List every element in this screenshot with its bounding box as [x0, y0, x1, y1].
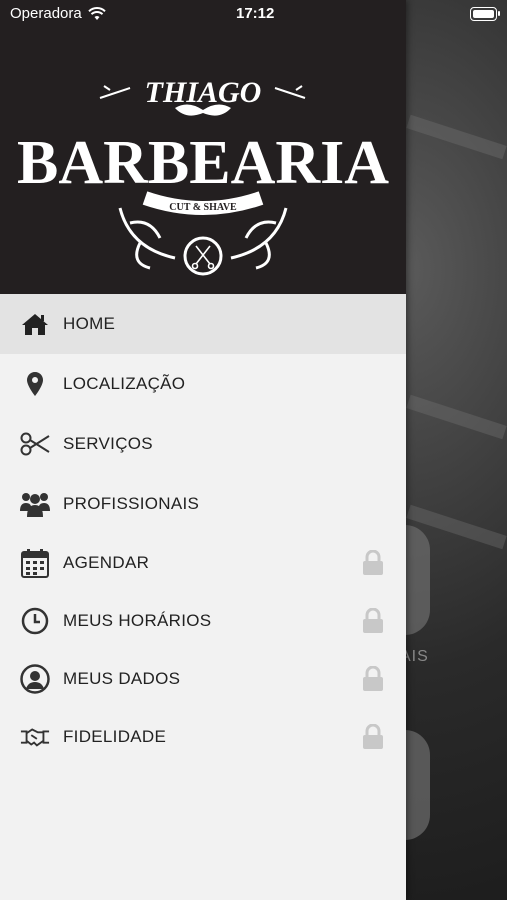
wifi-icon: [88, 6, 106, 20]
scissors-icon: [20, 429, 50, 459]
location-pin-icon: [20, 369, 50, 399]
brand-logo: THIAGO BARBEARIA CUT & SHAVE: [17, 76, 389, 276]
lock-icon: [362, 607, 384, 634]
menu-label-meus-horarios: MEUS HORÁRIOS: [63, 611, 212, 630]
menu-item-home[interactable]: HOME: [0, 294, 406, 354]
carrier: Operadora: [10, 5, 106, 22]
battery-fill: [473, 10, 494, 18]
background-stripe: [406, 394, 507, 440]
menu-item-servicos[interactable]: SERVIÇOS: [0, 414, 406, 474]
carrier-label: Operadora: [10, 5, 82, 22]
lock-icon: [362, 723, 384, 750]
brand-ribbon-text: CUT & SHAVE: [169, 202, 237, 213]
lock-icon: [362, 665, 384, 692]
drawer-menu: HOME LOCALIZAÇÃO SERVIÇOS PROFISSIONAIS …: [0, 294, 406, 766]
user-icon: [20, 664, 50, 694]
menu-label-profissionais: PROFISSIONAIS: [63, 494, 200, 513]
menu-label-agendar: AGENDAR: [63, 553, 150, 572]
brand-main-text: BARBEARIA: [17, 129, 389, 197]
menu-item-localizacao[interactable]: LOCALIZAÇÃO: [0, 354, 406, 414]
menu-item-meus-horarios[interactable]: MEUS HORÁRIOS: [0, 592, 406, 650]
calendar-icon: [20, 548, 50, 578]
menu-item-profissionais[interactable]: PROFISSIONAIS: [0, 474, 406, 534]
lock-icon: [362, 549, 384, 576]
clock-icon: [20, 606, 50, 636]
menu-item-fidelidade[interactable]: FIDELIDADE: [0, 708, 406, 766]
battery-icon: [470, 7, 500, 21]
status-bar: Operadora 17:12: [0, 0, 507, 28]
menu-label-fidelidade: FIDELIDADE: [63, 727, 167, 746]
handshake-icon: [20, 722, 50, 752]
home-icon: [20, 309, 50, 339]
menu-label-home: HOME: [63, 314, 116, 333]
clock: 17:12: [236, 5, 275, 22]
brand-top-text: THIAGO: [145, 76, 262, 109]
menu-label-servicos: SERVIÇOS: [63, 434, 153, 453]
menu-label-localizacao: LOCALIZAÇÃO: [63, 374, 186, 393]
people-icon: [20, 489, 50, 519]
menu-label-meus-dados: MEUS DADOS: [63, 669, 181, 688]
drawer-header: THIAGO BARBEARIA CUT & SHAVE: [0, 0, 406, 294]
menu-item-meus-dados[interactable]: MEUS DADOS: [0, 650, 406, 708]
background-stripe: [406, 114, 507, 160]
side-drawer: THIAGO BARBEARIA CUT & SHAVE HOME LOCALI…: [0, 0, 406, 900]
menu-item-agendar[interactable]: AGENDAR: [0, 534, 406, 592]
